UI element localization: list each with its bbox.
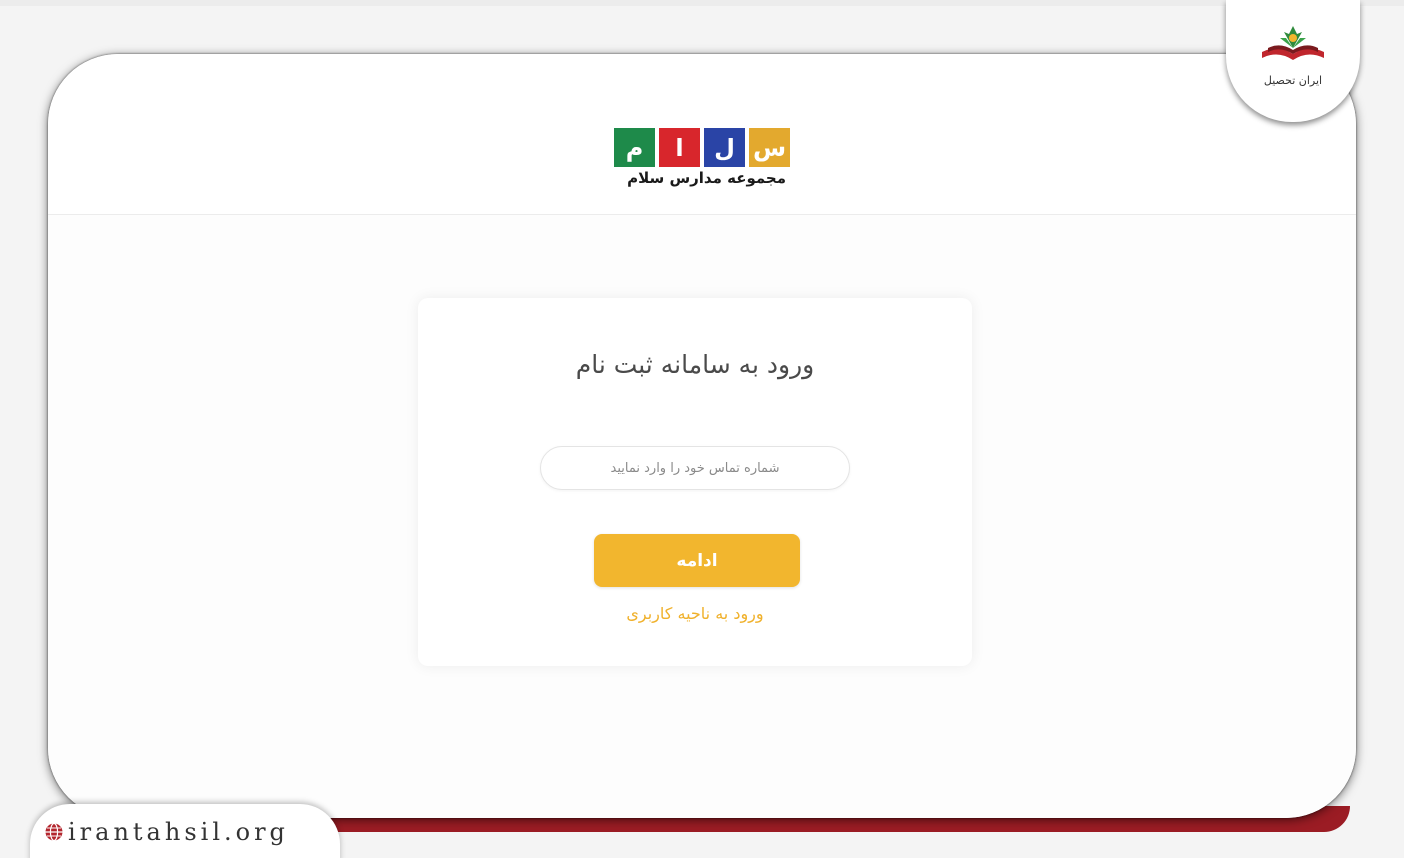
login-card: ورود به سامانه ثبت نام ادامه ورود به ناح… bbox=[418, 298, 972, 666]
book-logo-icon bbox=[1262, 26, 1324, 60]
logo-tile-1: س bbox=[749, 128, 790, 167]
page-frame: س ل ا م مجموعه مدارس سلام ورود به سامانه… bbox=[48, 54, 1356, 818]
phone-number-input[interactable] bbox=[540, 446, 850, 490]
continue-button[interactable]: ادامه bbox=[594, 534, 800, 587]
salam-logo-tiles: س ل ا م bbox=[604, 128, 790, 167]
watermark-text: irantahsil.org bbox=[68, 818, 289, 846]
logo-caption: مجموعه مدارس سلام bbox=[627, 169, 786, 187]
salam-logo[interactable]: س ل ا م مجموعه مدارس سلام bbox=[604, 128, 790, 192]
logo-tile-2: ل bbox=[704, 128, 745, 167]
screenshot-stage: س ل ا م مجموعه مدارس سلام ورود به سامانه… bbox=[0, 0, 1404, 858]
login-title: ورود به سامانه ثبت نام bbox=[575, 350, 815, 379]
top-strip bbox=[0, 0, 1404, 6]
watermark: irantahsil.org bbox=[44, 818, 289, 846]
user-area-login-link[interactable]: ورود به ناحیه کاربری bbox=[418, 604, 972, 623]
badge-text: ایران تحصیل bbox=[1263, 74, 1323, 87]
logo-tile-4: م bbox=[614, 128, 655, 167]
globe-icon bbox=[45, 822, 63, 842]
logo-tile-3: ا bbox=[659, 128, 700, 167]
